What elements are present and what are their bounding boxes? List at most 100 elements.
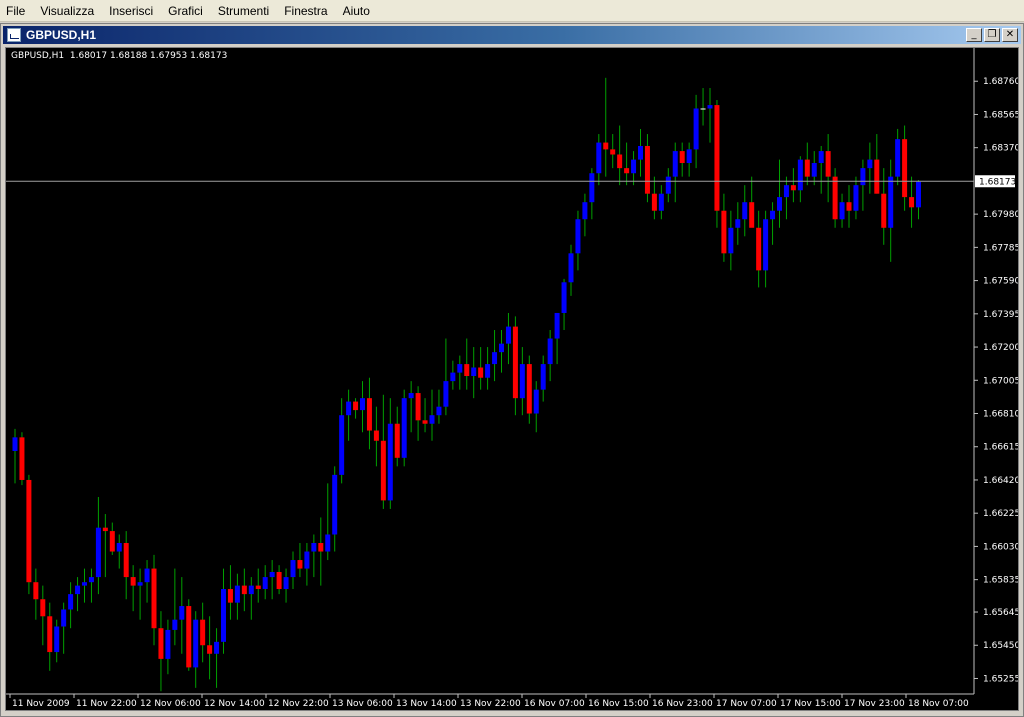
candle-body — [221, 589, 226, 642]
candle-body — [123, 543, 129, 578]
candle-body — [95, 527, 101, 578]
candle-body — [770, 210, 776, 220]
time-tick-label: 12 Nov 22:00 — [268, 699, 329, 709]
time-tick-label: 11 Nov 22:00 — [76, 699, 137, 709]
price-tick-label: 1.65255 — [983, 674, 1018, 684]
candle-body — [346, 401, 352, 416]
candle-body — [735, 219, 741, 228]
chart-ohlc-header: GBPUSD,H1 1.68017 1.68188 1.67953 1.6817… — [11, 51, 228, 61]
candle-body — [387, 423, 393, 501]
price-tick-label: 1.66225 — [983, 509, 1018, 519]
close-button[interactable]: ✕ — [1002, 28, 1018, 42]
menu-aiuto[interactable]: Aiuto — [337, 1, 376, 21]
candle-body — [158, 628, 164, 659]
candle-body — [658, 193, 664, 211]
candle-body — [756, 227, 762, 271]
time-tick-label: 13 Nov 06:00 — [332, 699, 393, 709]
time-tick-label: 16 Nov 07:00 — [524, 699, 585, 709]
candle-body — [360, 398, 365, 411]
candle-body — [547, 338, 553, 365]
time-tick-label: 16 Nov 23:00 — [652, 699, 713, 709]
candle-body — [102, 527, 108, 532]
candle-body — [40, 599, 46, 617]
candle-body — [853, 185, 859, 211]
price-tick-label: 1.67200 — [983, 343, 1018, 353]
minimize-button[interactable]: _ — [966, 28, 982, 42]
candle-body — [179, 606, 185, 620]
time-tick-label: 12 Nov 06:00 — [140, 699, 201, 709]
candle-body — [783, 185, 789, 198]
chart-window: GBPUSD,H1 _ ❐ ✕ 1.68760 1.68565 1.68370 1.6… — [0, 23, 1024, 717]
candle-body — [700, 108, 706, 110]
candle-body — [596, 142, 602, 174]
candle-body — [818, 151, 824, 164]
price-tick-label: 1.68760 — [983, 77, 1018, 87]
candle-body — [172, 619, 178, 630]
candlestick-chart[interactable]: 1.68760 1.68565 1.68370 1.67980 1.67785 1.675… — [6, 48, 1018, 710]
candle-body — [485, 364, 491, 378]
candle-body — [499, 343, 504, 353]
candle-body — [241, 585, 247, 595]
candle-body — [464, 364, 470, 377]
menu-strumenti[interactable]: Strumenti — [212, 1, 275, 21]
candle-body — [12, 437, 18, 451]
time-tick-label: 17 Nov 23:00 — [844, 699, 905, 709]
candle-body — [749, 202, 755, 228]
candle-body — [714, 105, 720, 211]
menu-file[interactable]: File — [0, 1, 31, 21]
window-title: GBPUSD,H1 — [26, 28, 97, 42]
candle-body — [777, 197, 782, 211]
candle-body — [575, 219, 581, 254]
candle-body — [68, 594, 74, 610]
candle-body — [631, 159, 637, 174]
candle-body — [686, 149, 692, 164]
price-tick-label: 1.66420 — [983, 476, 1018, 486]
time-tick-label: 18 Nov 07:00 — [908, 699, 969, 709]
candle-body — [88, 577, 94, 583]
window-title-bar[interactable]: GBPUSD,H1 _ ❐ ✕ — [3, 26, 1021, 44]
candle-body — [318, 543, 324, 552]
candle-body — [262, 577, 268, 590]
candle-body — [811, 163, 817, 177]
candle-body — [832, 176, 838, 220]
candle-body — [54, 626, 60, 653]
menu-visualizza[interactable]: Visualizza — [34, 1, 100, 21]
candle-body — [353, 401, 359, 411]
candle-body — [234, 585, 240, 603]
price-tick-label: 1.65450 — [983, 641, 1018, 651]
candle-body — [82, 582, 87, 586]
price-chart[interactable]: 1.68760 1.68565 1.68370 1.67980 1.67785 1.675… — [5, 47, 1019, 711]
candle-body — [874, 159, 880, 194]
candle-body — [638, 145, 643, 160]
candle-body — [339, 415, 345, 475]
candle-body — [888, 176, 894, 228]
candle-body — [617, 154, 623, 169]
candle-body — [902, 139, 908, 198]
menu-inserisci[interactable]: Inserisci — [103, 1, 159, 21]
candle-body — [144, 568, 150, 583]
menu-finestra[interactable]: Finestra — [278, 1, 333, 21]
time-tick-label: 17 Nov 15:00 — [780, 699, 841, 709]
menu-bar: File Visualizza Inserisci Grafici Strumenti F… — [0, 0, 1024, 22]
candle-body — [804, 159, 810, 177]
candle-body — [248, 585, 254, 595]
restore-button[interactable]: ❐ — [984, 28, 1000, 42]
candle-body — [533, 389, 539, 414]
time-tick-label: 11 Nov 2009 — [12, 699, 70, 709]
candle-body — [290, 560, 296, 578]
candle-body — [436, 406, 442, 416]
menu-grafici[interactable]: Grafici — [162, 1, 209, 21]
candle-body — [603, 142, 609, 150]
candle-body — [526, 364, 532, 414]
candle-body — [624, 168, 630, 174]
candle-body — [505, 326, 511, 344]
time-tick-label: 17 Nov 07:00 — [716, 699, 777, 709]
candle-body — [540, 364, 546, 390]
candle-body — [415, 393, 421, 421]
candle-body — [519, 364, 525, 399]
candle-body — [311, 543, 317, 552]
price-tick-label: 1.65835 — [983, 576, 1018, 586]
candle-body — [846, 202, 852, 211]
candle-body — [512, 326, 518, 399]
candle-body — [186, 606, 192, 668]
